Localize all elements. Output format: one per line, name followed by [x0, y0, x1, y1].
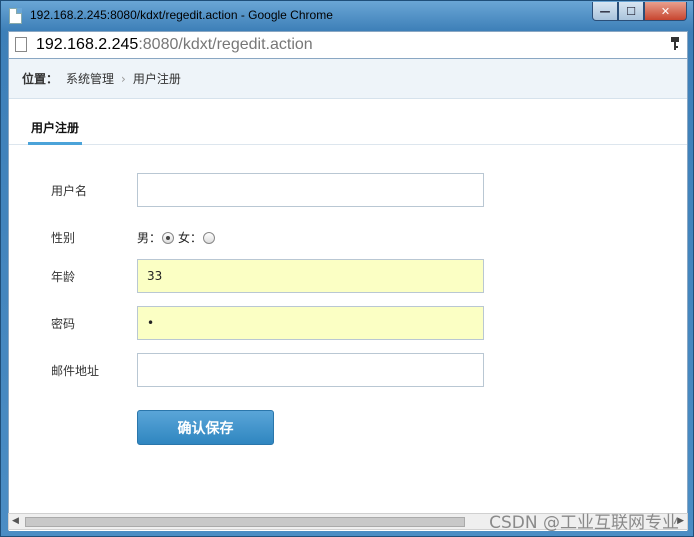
- url-text[interactable]: 192.168.2.245:8080/kdxt/regedit.action: [36, 36, 313, 54]
- password-input[interactable]: •: [137, 306, 484, 340]
- watermark: CSDN @工业互联网专业: [489, 513, 679, 533]
- gender-male-label: 男：: [137, 231, 162, 245]
- scrollbar-thumb[interactable]: [25, 517, 465, 527]
- password-label: 密码: [51, 317, 76, 331]
- window-controls: — ☐ ✕: [592, 2, 687, 21]
- tab-bar: 用户注册: [9, 115, 687, 145]
- scroll-left-icon[interactable]: ◀: [12, 516, 19, 526]
- save-button[interactable]: 确认保存: [137, 410, 274, 445]
- breadcrumb: 位置： 系统管理 › 用户注册: [9, 59, 687, 99]
- key-icon[interactable]: [670, 37, 680, 55]
- page-viewport: 位置： 系统管理 › 用户注册 用户注册 用户名 性别 男： 女： 年龄 33 …: [8, 59, 688, 531]
- username-input[interactable]: [137, 173, 484, 207]
- gender-options: 男： 女：: [137, 229, 219, 246]
- url-host: 192.168.2.245: [36, 36, 139, 53]
- gender-male-radio[interactable]: [162, 231, 175, 244]
- window-title: 192.168.2.245:8080/kdxt/regedit.action -…: [30, 8, 333, 22]
- tab-user-register[interactable]: 用户注册: [28, 119, 83, 145]
- url-path: :8080/kdxt/regedit.action: [138, 36, 313, 53]
- address-bar[interactable]: 192.168.2.245:8080/kdxt/regedit.action: [8, 31, 688, 59]
- age-label: 年龄: [51, 270, 76, 284]
- breadcrumb-separator: ›: [121, 71, 126, 86]
- title-bar[interactable]: 192.168.2.245:8080/kdxt/regedit.action -…: [1, 1, 693, 31]
- maximize-button[interactable]: ☐: [618, 2, 644, 21]
- age-input[interactable]: 33: [137, 259, 484, 293]
- username-label: 用户名: [51, 184, 88, 198]
- close-button[interactable]: ✕: [644, 2, 687, 21]
- minimize-button[interactable]: —: [592, 2, 618, 21]
- email-input[interactable]: [137, 353, 484, 387]
- email-label: 邮件地址: [51, 364, 100, 378]
- gender-label: 性别: [51, 231, 76, 245]
- gender-female-radio[interactable]: [203, 231, 216, 244]
- page-icon: [9, 8, 22, 24]
- browser-window: 192.168.2.245:8080/kdxt/regedit.action -…: [0, 0, 694, 537]
- breadcrumb-item-system[interactable]: 系统管理: [66, 70, 114, 87]
- breadcrumb-item-register[interactable]: 用户注册: [133, 70, 181, 87]
- gender-female-label: 女：: [178, 231, 203, 245]
- document-icon: [15, 37, 27, 52]
- breadcrumb-label: 位置：: [22, 72, 59, 86]
